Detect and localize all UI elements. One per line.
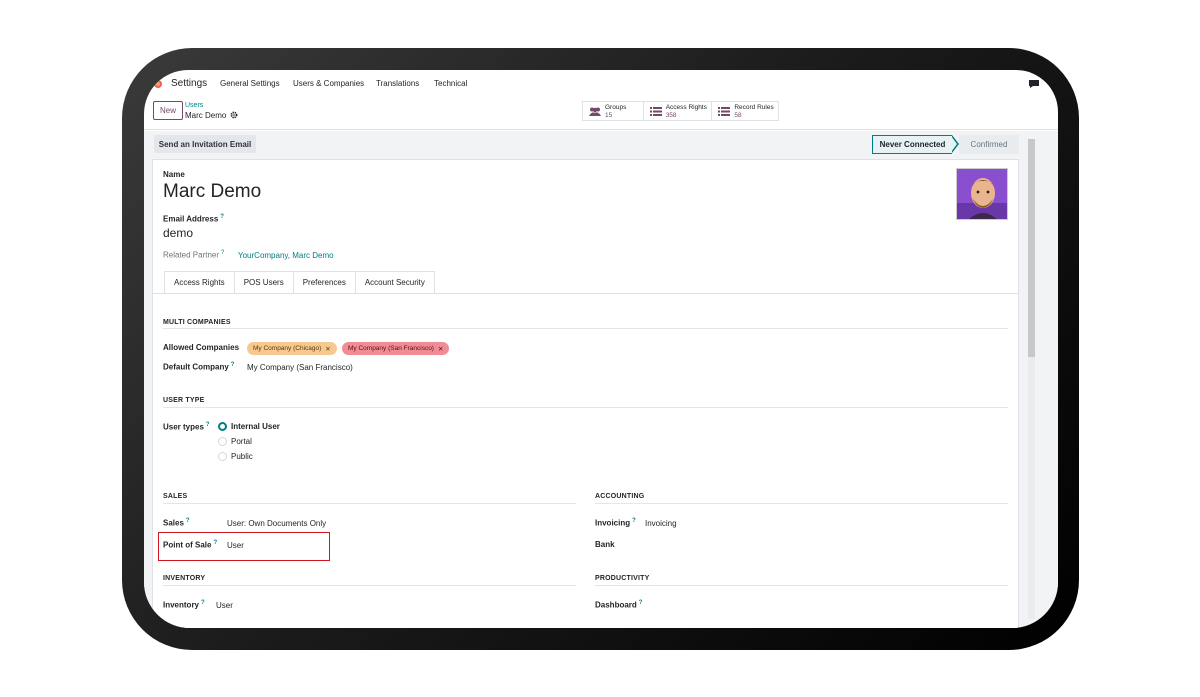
radio-internal-user-label[interactable]: Internal User bbox=[231, 422, 280, 431]
settings-app-icon[interactable] bbox=[153, 79, 163, 89]
menu-technical[interactable]: Technical bbox=[434, 79, 467, 88]
radio-public-label[interactable]: Public bbox=[231, 452, 253, 461]
notebook-tabs: Access Rights POS Users Preferences Acco… bbox=[164, 271, 435, 294]
access-rights-smart-button[interactable]: Access Rights 358 bbox=[644, 102, 713, 120]
groups-smart-button[interactable]: Groups 15 bbox=[583, 102, 644, 120]
user-avatar[interactable] bbox=[956, 168, 1008, 220]
scrollbar[interactable] bbox=[1028, 139, 1035, 619]
menu-general-settings[interactable]: General Settings bbox=[220, 79, 280, 88]
form-sheet: Name Marc Demo Email Address? demo Relat… bbox=[152, 159, 1019, 628]
partner-help-icon[interactable]: ? bbox=[221, 250, 224, 256]
tab-preferences[interactable]: Preferences bbox=[293, 271, 356, 294]
dashboard-label: Dashboard? bbox=[595, 600, 643, 610]
tab-account-security[interactable]: Account Security bbox=[355, 271, 435, 294]
related-partner-link[interactable]: YourCompany, Marc Demo bbox=[238, 251, 334, 260]
email-label: Email Address? bbox=[163, 214, 224, 224]
groups-count: 15 bbox=[605, 112, 613, 119]
inventory-field[interactable]: User bbox=[216, 601, 233, 610]
allowed-companies-label: Allowed Companies bbox=[163, 343, 240, 352]
inventory-help-icon[interactable]: ? bbox=[201, 600, 205, 606]
dashboard-help-icon[interactable]: ? bbox=[639, 600, 643, 606]
groups-label: Groups bbox=[605, 104, 627, 111]
invoicing-field[interactable]: Invoicing bbox=[645, 519, 677, 528]
record-rules-count: 58 bbox=[734, 112, 742, 119]
invoicing-help-icon[interactable]: ? bbox=[632, 518, 636, 524]
remove-tag-icon[interactable]: ✕ bbox=[325, 345, 330, 353]
section-sales: SALES bbox=[163, 493, 188, 500]
breadcrumb-current: Marc Demo bbox=[185, 111, 227, 120]
stage-never-connected[interactable]: Never Connected bbox=[872, 135, 952, 154]
status-bar: Never Connected Confirmed bbox=[872, 135, 1019, 154]
app-title[interactable]: Settings bbox=[171, 78, 207, 89]
list-icon bbox=[649, 107, 662, 116]
record-rules-smart-button[interactable]: Record Rules 58 bbox=[712, 102, 778, 120]
section-productivity: PRODUCTIVITY bbox=[595, 575, 650, 582]
scrollbar-thumb[interactable] bbox=[1028, 139, 1035, 357]
sales-label: Sales? bbox=[163, 518, 190, 528]
stage-confirmed[interactable]: Confirmed bbox=[959, 135, 1019, 154]
section-divider bbox=[163, 585, 576, 586]
access-rights-count: 358 bbox=[665, 112, 677, 119]
related-partner-label: Related Partner? bbox=[163, 250, 225, 260]
sales-help-icon[interactable]: ? bbox=[186, 518, 190, 524]
breadcrumb-users[interactable]: Users bbox=[185, 102, 203, 109]
default-company-help-icon[interactable]: ? bbox=[231, 362, 235, 368]
users-icon bbox=[589, 107, 601, 116]
sales-field[interactable]: User: Own Documents Only bbox=[227, 519, 326, 528]
form-content: Send an Invitation Email Never Connected… bbox=[144, 131, 1058, 628]
default-company-field[interactable]: My Company (San Francisco) bbox=[247, 363, 353, 372]
tab-access-rights[interactable]: Access Rights bbox=[164, 271, 235, 294]
radio-portal[interactable] bbox=[218, 437, 227, 446]
tab-pos-users[interactable]: POS Users bbox=[234, 271, 294, 294]
section-divider bbox=[163, 328, 1008, 329]
access-rights-label: Access Rights bbox=[665, 104, 707, 111]
company-tag-san-francisco[interactable]: My Company (San Francisco) ✕ bbox=[342, 342, 450, 355]
section-divider bbox=[595, 585, 1008, 586]
radio-public[interactable] bbox=[218, 452, 227, 461]
top-navbar: Settings General Settings Users & Compan… bbox=[144, 70, 1058, 97]
new-button[interactable]: New bbox=[153, 101, 183, 120]
bank-label: Bank bbox=[595, 540, 615, 549]
invoicing-label: Invoicing? bbox=[595, 518, 636, 528]
menu-translations[interactable]: Translations bbox=[376, 79, 419, 88]
radio-portal-label[interactable]: Portal bbox=[231, 437, 252, 446]
inventory-label: Inventory? bbox=[163, 600, 205, 610]
control-panel: New Users Marc Demo Groups 15 Access Rig… bbox=[144, 97, 1058, 130]
name-label: Name bbox=[163, 170, 185, 179]
menu-users-companies[interactable]: Users & Companies bbox=[293, 79, 364, 88]
section-multi-companies: MULTI COMPANIES bbox=[163, 319, 231, 326]
user-types-help-icon[interactable]: ? bbox=[206, 422, 210, 428]
send-invitation-button[interactable]: Send an Invitation Email bbox=[154, 135, 256, 153]
section-accounting: ACCOUNTING bbox=[595, 493, 645, 500]
section-divider bbox=[163, 503, 576, 504]
user-types-label: User types? bbox=[163, 422, 210, 432]
email-field[interactable]: demo bbox=[163, 226, 193, 240]
name-field[interactable]: Marc Demo bbox=[163, 181, 261, 203]
stage-arrow bbox=[951, 135, 959, 153]
tabs-divider bbox=[153, 293, 1019, 294]
default-company-label: Default Company? bbox=[163, 362, 235, 372]
record-rules-label: Record Rules bbox=[734, 104, 774, 111]
section-inventory: INVENTORY bbox=[163, 575, 206, 582]
remove-tag-icon[interactable]: ✕ bbox=[438, 345, 443, 353]
app-screen: Settings General Settings Users & Compan… bbox=[144, 70, 1058, 628]
tag-label: My Company (San Francisco) bbox=[348, 345, 434, 352]
section-user-type: USER TYPE bbox=[163, 397, 205, 404]
avatar-image bbox=[957, 169, 1007, 219]
highlight-box bbox=[158, 532, 330, 561]
section-divider bbox=[163, 407, 1008, 408]
gear-icon[interactable] bbox=[230, 111, 238, 119]
tag-label: My Company (Chicago) bbox=[253, 345, 322, 352]
smart-buttons: Groups 15 Access Rights 358 Record Rules… bbox=[582, 101, 779, 121]
radio-internal-user[interactable] bbox=[218, 422, 227, 431]
company-tag-chicago[interactable]: My Company (Chicago) ✕ bbox=[247, 342, 337, 355]
section-divider bbox=[595, 503, 1008, 504]
chat-icon[interactable] bbox=[1028, 79, 1040, 89]
email-help-icon[interactable]: ? bbox=[220, 214, 224, 220]
list-icon bbox=[718, 107, 731, 116]
